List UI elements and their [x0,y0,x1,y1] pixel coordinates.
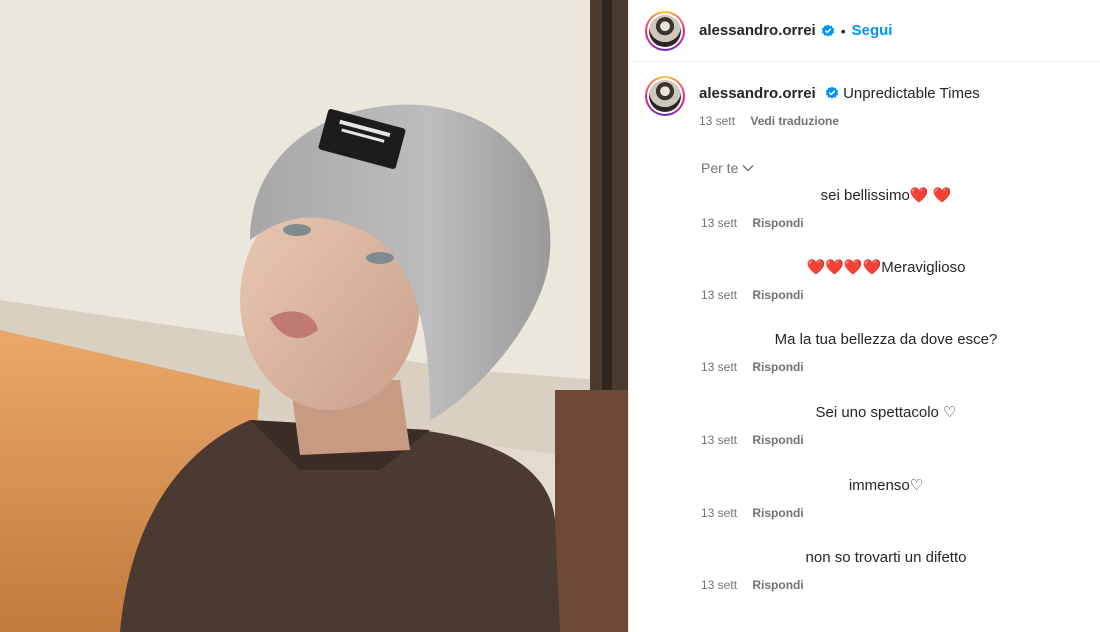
reply-button[interactable]: Rispondi [752,288,803,302]
comment-time[interactable]: 13 sett [701,433,737,447]
comment-text: Sei uno spettacolo ♡ [815,404,957,421]
comment-item: Sei uno spettacolo ♡ 13 sett Rispondi [701,403,1071,447]
comment-text: ❤️❤️❤️❤️Meraviglioso [806,259,966,276]
reply-button[interactable]: Rispondi [752,433,803,447]
comments-panel: alessandro.orrei • Segui alessandro.orre… [628,0,1100,632]
comment-item: immenso♡ 13 sett Rispondi [701,476,1071,520]
comment-item: ❤️❤️❤️❤️Meraviglioso 13 sett Rispondi [701,258,1071,302]
post-header: alessandro.orrei • Segui [629,0,1100,62]
author-username[interactable]: alessandro.orrei [699,22,816,39]
sort-dropdown[interactable]: Per te [701,160,761,176]
post-image [0,0,628,632]
reply-button[interactable]: Rispondi [752,360,803,374]
comment-time[interactable]: 13 sett [701,360,737,374]
reply-button[interactable]: Rispondi [752,506,803,520]
caption: alessandro.orrei Unpredictable Times 13 … [629,62,1100,128]
comment-text: sei bellissimo❤️ ❤️ [820,187,952,204]
comment-text: non so trovarti un difetto [805,549,967,566]
verified-badge-icon [825,86,839,99]
author-avatar[interactable] [645,10,685,51]
caption-avatar[interactable] [645,76,685,116]
sort-label: Per te [701,160,739,176]
comment-time[interactable]: 13 sett [701,578,737,592]
comment-time[interactable]: 13 sett [701,216,737,230]
comment-time[interactable]: 13 sett [701,506,737,520]
comment-text: immenso♡ [848,477,924,494]
comment-item: sei bellissimo❤️ ❤️ 13 sett Rispondi [701,186,1071,230]
separator-dot: • [840,22,846,39]
caption-body-text: Unpredictable Times [843,85,980,102]
chevron-down-icon [742,165,754,172]
reply-button[interactable]: Rispondi [752,216,803,230]
comment-text: Ma la tua bellezza da dove esce? [774,331,998,348]
see-translation-button[interactable]: Vedi traduzione [750,114,839,128]
comment-time[interactable]: 13 sett [701,288,737,302]
reply-button[interactable]: Rispondi [752,578,803,592]
post-photo[interactable] [0,0,628,632]
caption-text-row: alessandro.orrei Unpredictable Times [699,76,980,104]
comment-item: Ma la tua bellezza da dove esce? 13 sett… [701,331,1071,374]
comment-item: non so trovarti un difetto 13 sett Rispo… [701,549,1071,592]
verified-badge-icon [821,24,834,37]
caption-username[interactable]: alessandro.orrei [699,85,816,102]
follow-button[interactable]: Segui [852,22,893,39]
caption-meta: 13 sett Vedi traduzione [699,114,980,128]
caption-time[interactable]: 13 sett [699,114,735,128]
